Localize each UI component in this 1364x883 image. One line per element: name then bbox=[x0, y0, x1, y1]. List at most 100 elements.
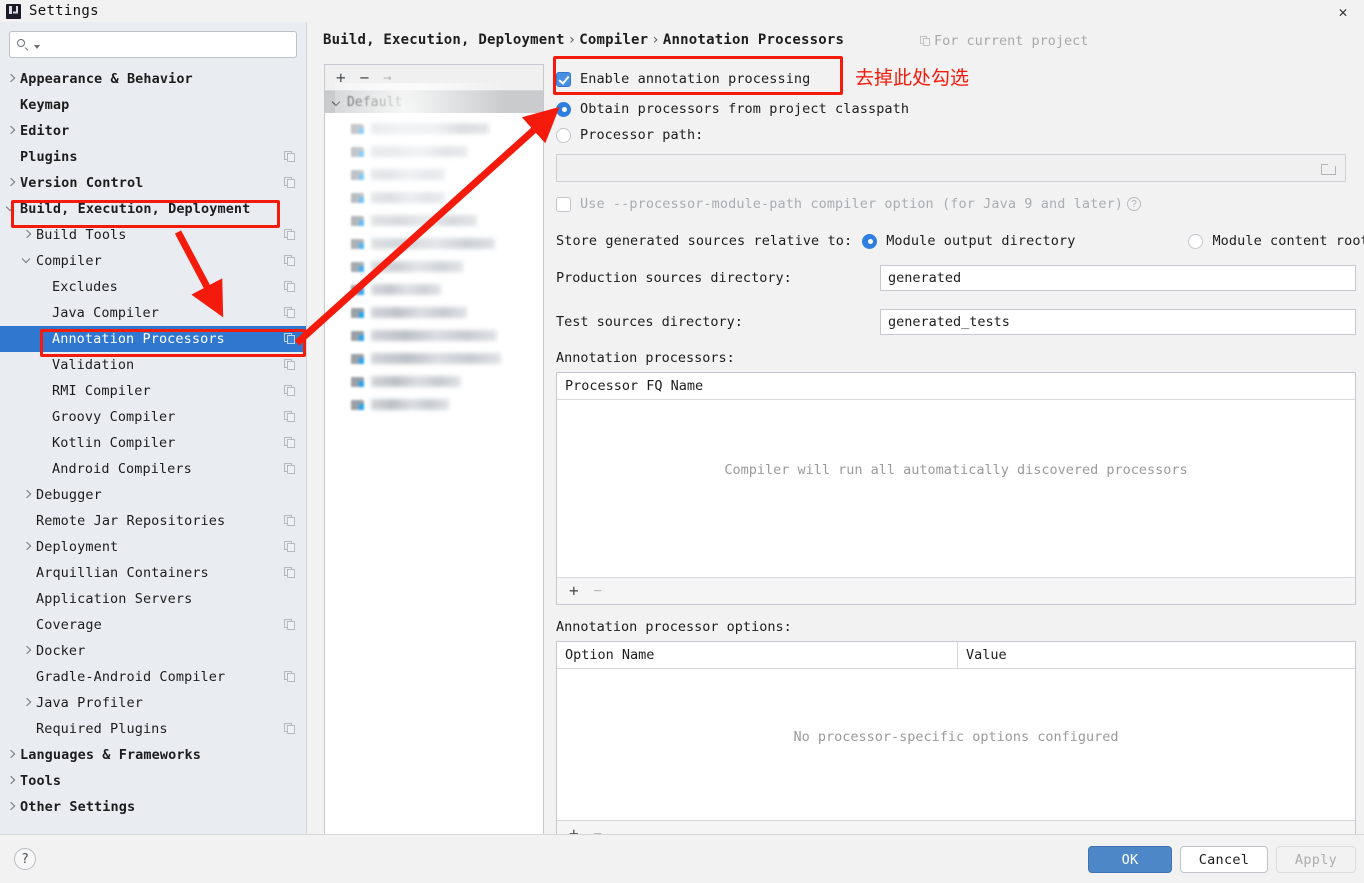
search-box[interactable] bbox=[9, 31, 297, 58]
sidebar-item-keymap[interactable]: Keymap bbox=[0, 92, 306, 118]
copy-icon[interactable] bbox=[284, 463, 296, 475]
sidebar-item-excludes[interactable]: Excludes bbox=[0, 274, 306, 300]
obtain-from-classpath-radio[interactable] bbox=[556, 101, 571, 117]
chevron-right-icon[interactable] bbox=[20, 690, 36, 716]
sidebar-item-coverage[interactable]: Coverage bbox=[0, 612, 306, 638]
chevron-right-icon[interactable] bbox=[4, 170, 20, 196]
sidebar-item-annotation-processors[interactable]: Annotation Processors bbox=[0, 326, 306, 352]
production-sources-input[interactable]: generated bbox=[880, 265, 1356, 291]
copy-icon[interactable] bbox=[284, 671, 296, 683]
column-value[interactable]: Value bbox=[957, 642, 1355, 668]
copy-icon[interactable] bbox=[284, 411, 296, 423]
copy-icon[interactable] bbox=[284, 515, 296, 527]
chevron-down-icon[interactable] bbox=[20, 248, 36, 274]
sidebar-item-plugins[interactable]: Plugins bbox=[0, 144, 306, 170]
copy-icon[interactable] bbox=[284, 541, 296, 553]
copy-icon[interactable] bbox=[284, 307, 296, 319]
copy-icon[interactable] bbox=[284, 385, 296, 397]
copy-icon[interactable] bbox=[284, 151, 296, 163]
sidebar-item-gradle-android-compiler[interactable]: Gradle-Android Compiler bbox=[0, 664, 306, 690]
module-list-item[interactable] bbox=[325, 278, 543, 301]
chevron-down-icon[interactable] bbox=[4, 196, 20, 222]
sidebar-item-java-profiler[interactable]: Java Profiler bbox=[0, 690, 306, 716]
move-module-button[interactable]: → bbox=[383, 71, 391, 85]
module-list-item[interactable] bbox=[325, 393, 543, 416]
copy-icon[interactable] bbox=[284, 333, 296, 345]
sidebar-item-rmi-compiler[interactable]: RMI Compiler bbox=[0, 378, 306, 404]
module-list-item[interactable] bbox=[325, 301, 543, 324]
chevron-right-icon[interactable] bbox=[20, 638, 36, 664]
sidebar-item-build-execution-deployment[interactable]: Build, Execution, Deployment bbox=[0, 196, 306, 222]
column-option-name[interactable]: Option Name bbox=[557, 647, 957, 663]
copy-icon[interactable] bbox=[284, 437, 296, 449]
options-table-body[interactable]: No processor-specific options configured bbox=[557, 669, 1355, 820]
column-processor-fq-name[interactable]: Processor FQ Name bbox=[557, 378, 703, 394]
sidebar-item-kotlin-compiler[interactable]: Kotlin Compiler bbox=[0, 430, 306, 456]
copy-icon[interactable] bbox=[284, 281, 296, 293]
chevron-right-icon[interactable] bbox=[4, 118, 20, 144]
sidebar-item-android-compilers[interactable]: Android Compilers bbox=[0, 456, 306, 482]
processor-path-row[interactable]: Processor path: bbox=[556, 122, 1356, 148]
module-list-item[interactable] bbox=[325, 324, 543, 347]
add-processor-button[interactable]: + bbox=[569, 583, 579, 599]
remove-processor-button[interactable]: − bbox=[594, 584, 602, 598]
module-list-item[interactable] bbox=[325, 347, 543, 370]
module-list-item[interactable] bbox=[325, 140, 543, 163]
copy-icon[interactable] bbox=[284, 229, 296, 241]
copy-icon[interactable] bbox=[284, 619, 296, 631]
sidebar-item-remote-jar-repositories[interactable]: Remote Jar Repositories bbox=[0, 508, 306, 534]
sidebar-item-required-plugins[interactable]: Required Plugins bbox=[0, 716, 306, 742]
chevron-right-icon[interactable] bbox=[4, 66, 20, 92]
chevron-right-icon[interactable] bbox=[20, 534, 36, 560]
cancel-button[interactable]: Cancel bbox=[1180, 846, 1268, 873]
module-list-item[interactable] bbox=[325, 232, 543, 255]
module-list-item[interactable] bbox=[325, 209, 543, 232]
sidebar-item-groovy-compiler[interactable]: Groovy Compiler bbox=[0, 404, 306, 430]
chevron-right-icon[interactable] bbox=[20, 482, 36, 508]
sidebar-item-validation[interactable]: Validation bbox=[0, 352, 306, 378]
add-module-profile-button[interactable]: + bbox=[336, 69, 346, 86]
sidebar-item-appearance-behavior[interactable]: Appearance & Behavior bbox=[0, 66, 306, 92]
sidebar-item-languages-frameworks[interactable]: Languages & Frameworks bbox=[0, 742, 306, 768]
sidebar-item-arquillian-containers[interactable]: Arquillian Containers bbox=[0, 560, 306, 586]
chevron-right-icon[interactable] bbox=[4, 742, 20, 768]
processors-table-body[interactable]: Compiler will run all automatically disc… bbox=[557, 400, 1355, 577]
folder-icon[interactable] bbox=[1321, 163, 1336, 175]
sidebar-item-application-servers[interactable]: Application Servers bbox=[0, 586, 306, 612]
copy-icon[interactable] bbox=[284, 723, 296, 735]
copy-icon[interactable] bbox=[284, 255, 296, 267]
breadcrumb-part-1[interactable]: Build, Execution, Deployment bbox=[323, 32, 565, 48]
sidebar-item-tools[interactable]: Tools bbox=[0, 768, 306, 794]
module-list-item[interactable] bbox=[325, 163, 543, 186]
search-input[interactable] bbox=[40, 37, 290, 52]
remove-module-profile-button[interactable]: − bbox=[360, 69, 370, 86]
chevron-right-icon[interactable] bbox=[4, 794, 20, 820]
sidebar-item-debugger[interactable]: Debugger bbox=[0, 482, 306, 508]
sidebar-item-version-control[interactable]: Version Control bbox=[0, 170, 306, 196]
sidebar-item-compiler[interactable]: Compiler bbox=[0, 248, 306, 274]
close-icon[interactable]: ✕ bbox=[1332, 2, 1354, 22]
module-list-item[interactable] bbox=[325, 186, 543, 209]
processor-path-radio[interactable] bbox=[556, 127, 571, 143]
obtain-from-classpath-row[interactable]: Obtain processors from project classpath bbox=[556, 96, 1356, 122]
chevron-right-icon[interactable] bbox=[20, 222, 36, 248]
chevron-down-icon[interactable] bbox=[331, 96, 343, 108]
sidebar-item-docker[interactable]: Docker bbox=[0, 638, 306, 664]
breadcrumb-part-2[interactable]: Compiler bbox=[579, 32, 648, 48]
sidebar-item-java-compiler[interactable]: Java Compiler bbox=[0, 300, 306, 326]
module-group-default[interactable]: Default bbox=[325, 91, 543, 113]
module-content-root-radio[interactable] bbox=[1188, 233, 1204, 249]
sidebar-item-deployment[interactable]: Deployment bbox=[0, 534, 306, 560]
processor-path-field[interactable] bbox=[556, 154, 1346, 182]
sidebar-item-build-tools[interactable]: Build Tools bbox=[0, 222, 306, 248]
module-output-directory-radio[interactable] bbox=[862, 233, 878, 249]
copy-icon[interactable] bbox=[284, 567, 296, 579]
module-list-item[interactable] bbox=[325, 117, 543, 140]
sidebar-item-other-settings[interactable]: Other Settings bbox=[0, 794, 306, 820]
module-list-item[interactable] bbox=[325, 255, 543, 278]
ok-button[interactable]: OK bbox=[1088, 846, 1172, 873]
copy-icon[interactable] bbox=[284, 177, 296, 189]
test-sources-input[interactable]: generated_tests bbox=[880, 309, 1356, 335]
module-list-item[interactable] bbox=[325, 370, 543, 393]
copy-icon[interactable] bbox=[284, 359, 296, 371]
